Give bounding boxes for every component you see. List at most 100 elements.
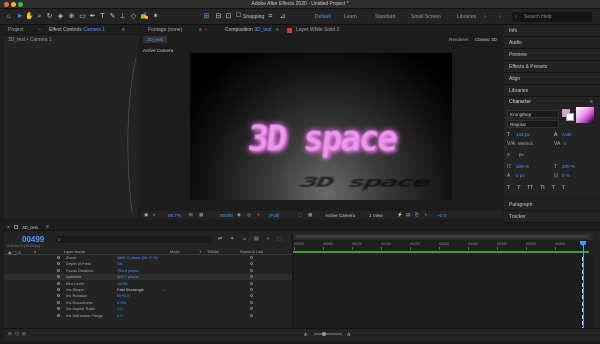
stopwatch-icon[interactable] (57, 275, 60, 279)
layer-name-header[interactable]: Layer Name (64, 250, 85, 254)
resolution-select[interactable]: (Full) (269, 213, 279, 218)
zoom-level[interactable]: 66.7% (168, 213, 181, 218)
eraser-tool-icon[interactable]: ◇ (129, 12, 138, 21)
property-value[interactable]: 0.0 (117, 313, 123, 318)
workspace-small-screen[interactable]: Small Screen (411, 14, 441, 20)
snapping-checkbox[interactable]: ☐ (234, 12, 243, 21)
panel-align[interactable]: Align (504, 73, 600, 85)
home-icon[interactable]: ⌂ (4, 12, 13, 21)
rotate-tool-icon[interactable]: ↻ (45, 12, 54, 21)
roto-brush-tool-icon[interactable]: ✍ (140, 12, 149, 21)
pick-whip-icon[interactable] (250, 300, 253, 304)
pick-whip-icon[interactable] (250, 268, 253, 272)
always-preview-icon[interactable]: ▣ (144, 212, 148, 218)
camera-view-select[interactable]: Active Camera (325, 213, 355, 218)
brush-tool-icon[interactable]: ✎ (108, 12, 117, 21)
property-value[interactable]: On (117, 261, 122, 266)
draft-3d-icon[interactable]: ✶ (230, 236, 234, 242)
kerning-value[interactable]: Metrics (518, 141, 533, 146)
rectangle-tool-icon[interactable]: ▭ (78, 12, 87, 21)
exposure-value[interactable]: +0.0 (437, 213, 446, 218)
panel-libraries[interactable]: Libraries (504, 85, 600, 97)
snapshot-icon[interactable]: ◉ (237, 212, 241, 218)
snap-edges-icon[interactable]: ⊿ (278, 12, 287, 21)
panel-tracker[interactable]: Tracker (504, 211, 600, 223)
stroke-color-swatch[interactable] (566, 113, 574, 121)
type-tool-icon[interactable]: T (98, 12, 107, 21)
property-value[interactable]: 0x+0.0° (117, 293, 131, 298)
small-caps-button[interactable]: Tt (540, 185, 544, 191)
stopwatch-icon[interactable] (57, 288, 60, 291)
close-icon[interactable]: × (7, 225, 10, 231)
pick-whip-icon[interactable] (250, 307, 253, 311)
flowchart-icon[interactable]: ⎘ (415, 212, 419, 217)
stopwatch-icon[interactable] (57, 256, 60, 259)
time-ruler[interactable]: 00000 00050 00100 00150 00200 00250 00300 00350… (293, 241, 593, 251)
tab-effect-controls[interactable]: Effect Controls Camera 1 (49, 27, 105, 33)
pick-whip-icon[interactable] (250, 281, 253, 285)
fast-previews-icon[interactable]: ⚡ (397, 212, 403, 218)
transfer-controls-toggle-icon[interactable]: ⊡ (15, 331, 19, 337)
property-value[interactable]: 1867.0 pixels (54.4° H) (117, 255, 158, 260)
chevron-down-icon[interactable]: ⌄ (162, 287, 165, 292)
search-icon-left[interactable]: ⌕ (499, 14, 502, 20)
zoom-out-icon[interactable]: ◭ (304, 331, 308, 337)
baseline-shift-value[interactable]: 0 px (516, 173, 525, 178)
panel-menu-icon[interactable]: ≡ (122, 27, 125, 33)
stopwatch-icon[interactable] (57, 268, 60, 272)
faux-italic-button[interactable]: T (517, 185, 520, 191)
search-help-field[interactable]: ⌕ Search Help (512, 12, 592, 22)
timeline-timecode[interactable]: 00499 (22, 235, 44, 244)
property-value[interactable]: 409.7 pixels (117, 274, 138, 279)
font-family-select[interactable]: Krungthep (507, 110, 559, 118)
lock-icon[interactable]: ▪ (39, 27, 41, 33)
pan-behind-tool-icon[interactable]: ⊕ (67, 12, 76, 21)
view-axis-mode-icon[interactable]: ⊡ (224, 12, 233, 21)
view-layout-select[interactable]: 1 View (369, 213, 383, 218)
stopwatch-icon[interactable] (57, 294, 60, 298)
work-area-bar[interactable] (293, 251, 589, 253)
safe-areas-icon[interactable]: ⊞ (189, 212, 193, 218)
tracking-value[interactable]: 0 (564, 141, 567, 146)
composition-canvas[interactable]: 3D space 3D space (190, 53, 452, 200)
motion-blur-icon[interactable]: ◑ (266, 236, 269, 242)
pick-whip-icon[interactable] (250, 256, 253, 259)
zoom-in-icon[interactable]: ◮ (347, 331, 351, 337)
workspace-overflow-icon[interactable]: » (484, 14, 487, 20)
workspace-learn[interactable]: Learn (344, 14, 357, 20)
pick-whip-icon[interactable] (250, 294, 253, 298)
character-menu-icon[interactable]: ≡ (590, 99, 593, 105)
leading-value[interactable]: Auto (562, 132, 571, 137)
tab-project[interactable]: Project (8, 27, 24, 33)
layer-switches-toggle-icon[interactable]: ⊞ (8, 331, 12, 337)
show-snapshot-icon[interactable]: ◎ (247, 212, 251, 218)
region-of-interest-icon[interactable]: ⬚ (298, 212, 302, 218)
current-timecode[interactable]: 00499 (220, 213, 233, 218)
pen-tool-icon[interactable]: ✒ (88, 12, 97, 21)
panel-info[interactable]: Info (504, 25, 600, 37)
time-navigator[interactable] (293, 233, 593, 240)
timeline-menu-icon[interactable]: ≡ (46, 224, 49, 230)
current-time-indicator[interactable] (583, 241, 584, 337)
pick-whip-icon[interactable] (250, 288, 253, 291)
timeline-zoom-handle[interactable] (322, 331, 326, 336)
puppet-tool-icon[interactable]: ✶ (151, 12, 160, 21)
mask-visibility-icon[interactable]: ◐ (153, 212, 156, 217)
camera-tool-icon[interactable]: ◈ (56, 12, 65, 21)
snap-option-icon[interactable]: ⌗ (266, 12, 275, 21)
all-caps-button[interactable]: TT (527, 185, 533, 191)
property-value[interactable]: 0.0% (117, 300, 126, 305)
comp-mini-flowchart-icon[interactable]: ⇄ (218, 236, 222, 242)
color-channel-icon[interactable]: ● (257, 212, 260, 217)
comp-navigator-button[interactable]: 3D_test (143, 36, 167, 43)
property-value[interactable]: 1.0 (117, 306, 123, 311)
panel-preview[interactable]: Preview (504, 49, 600, 61)
graph-editor-icon[interactable]: ⬚ (277, 236, 282, 242)
clone-stamp-tool-icon[interactable]: ⊥ (118, 12, 127, 21)
workspace-libraries[interactable]: Libraries (457, 14, 476, 20)
stopwatch-icon[interactable] (57, 262, 60, 266)
subscript-button[interactable]: T (562, 185, 565, 191)
timeline-zoom-slider[interactable] (314, 333, 342, 335)
property-value[interactable]: 100% (117, 281, 127, 286)
workspace-standard[interactable]: Standard (375, 14, 395, 20)
